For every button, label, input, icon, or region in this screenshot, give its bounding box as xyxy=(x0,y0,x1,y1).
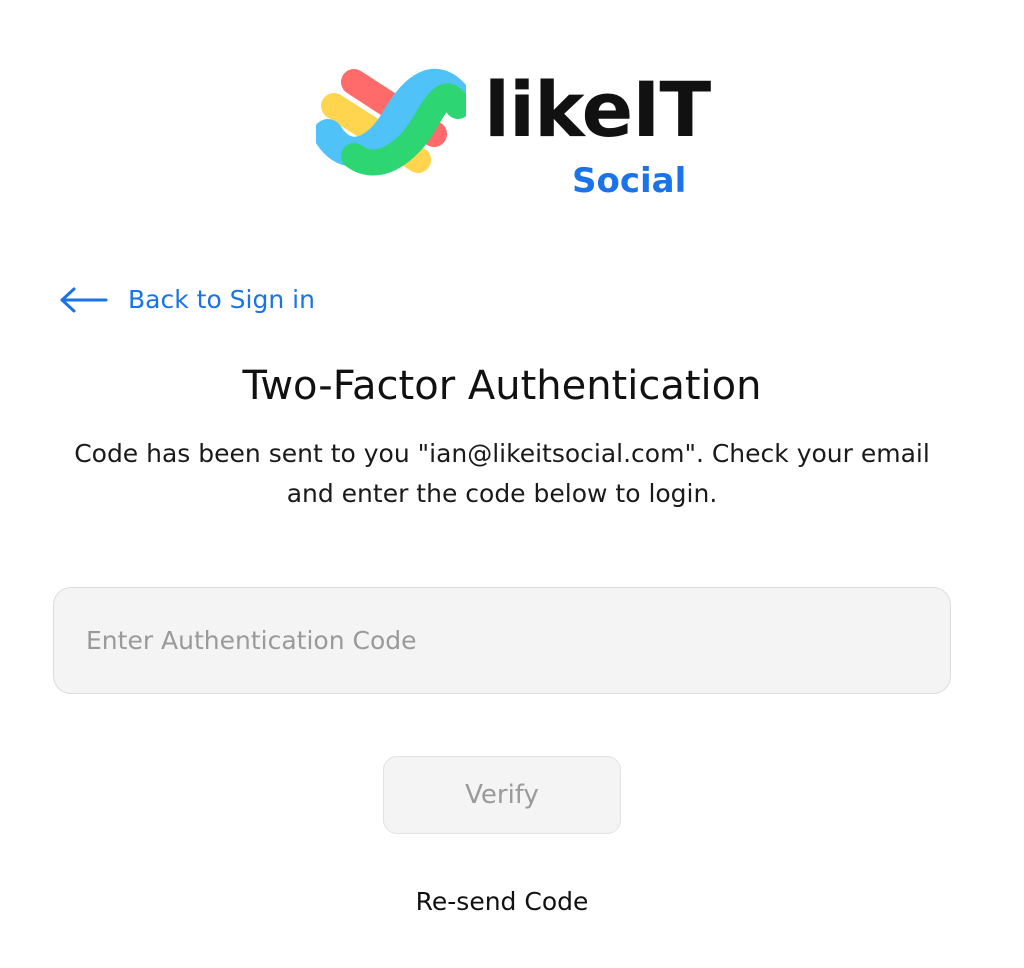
instruction-text: Code has been sent to you "ian@likeitsoc… xyxy=(74,439,930,508)
brand-name: likeIT xyxy=(484,65,711,154)
arrow-left-icon xyxy=(60,287,108,313)
back-link-label: Back to Sign in xyxy=(128,285,315,314)
brand-subtitle: Social xyxy=(572,161,687,201)
verify-button[interactable]: Verify xyxy=(383,756,621,834)
authentication-code-input[interactable] xyxy=(53,587,951,694)
brand-logo: likeIT Social xyxy=(316,64,711,214)
back-to-sign-in-link[interactable]: Back to Sign in xyxy=(58,282,315,318)
resend-code-link[interactable]: Re-send Code xyxy=(0,882,1004,922)
likeit-logo-icon xyxy=(316,68,466,176)
page-title: Two-Factor Authentication xyxy=(242,363,762,409)
